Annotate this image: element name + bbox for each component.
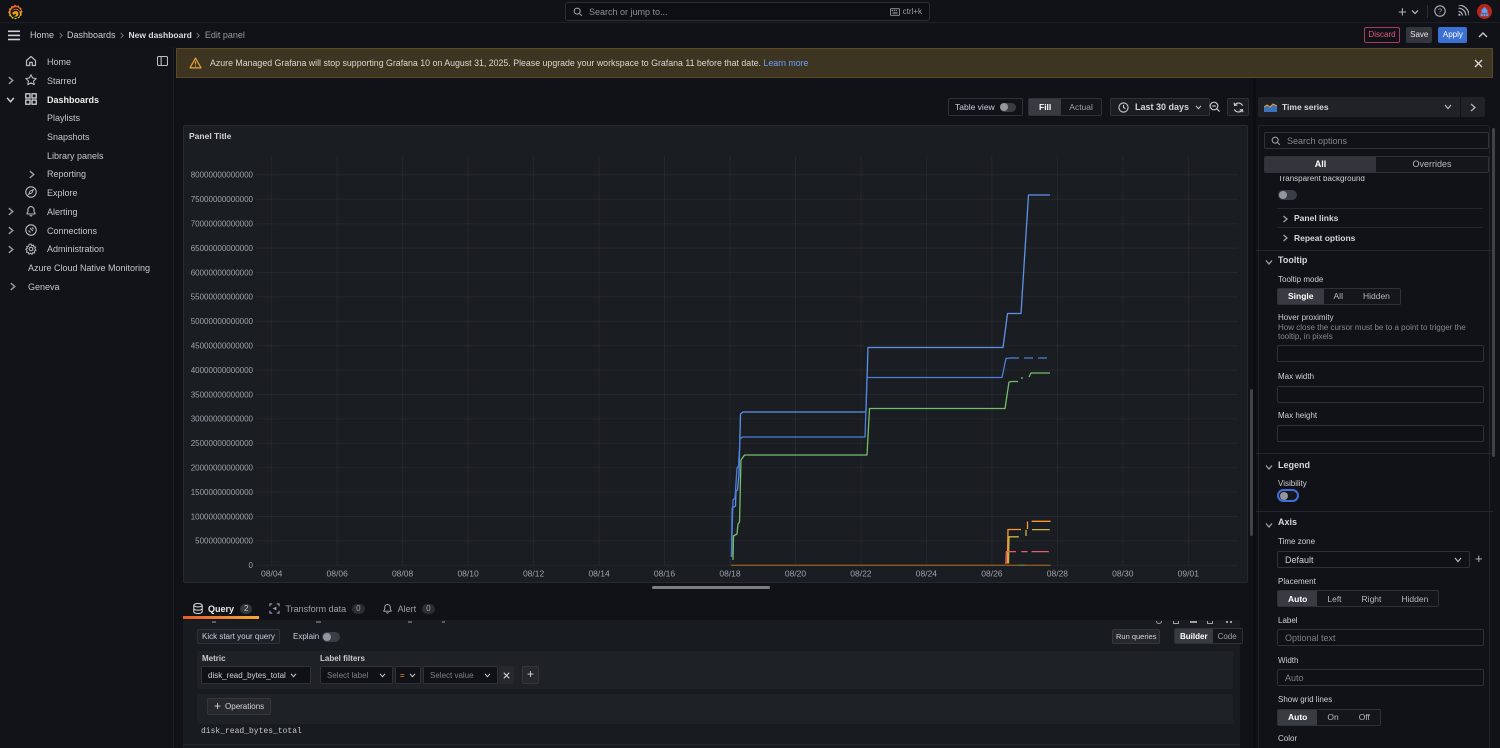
svg-text:20000000000000: 20000000000000 <box>191 464 254 473</box>
svg-text:60000000000000: 60000000000000 <box>191 268 254 277</box>
svg-text:30000000000000: 30000000000000 <box>191 415 254 424</box>
svg-text:08/26: 08/26 <box>981 569 1003 579</box>
svg-text:10000000000000: 10000000000000 <box>191 512 254 521</box>
svg-text:08/30: 08/30 <box>1112 569 1134 579</box>
svg-text:08/18: 08/18 <box>719 569 741 579</box>
svg-text:35000000000000: 35000000000000 <box>191 390 254 399</box>
svg-text:08/06: 08/06 <box>327 569 349 579</box>
svg-text:08/22: 08/22 <box>850 569 872 579</box>
svg-text:0: 0 <box>249 561 254 570</box>
svg-text:80000000000000: 80000000000000 <box>191 171 254 180</box>
svg-text:75000000000000: 75000000000000 <box>191 195 254 204</box>
svg-text:08/16: 08/16 <box>654 569 676 579</box>
svg-text:55000000000000: 55000000000000 <box>191 293 254 302</box>
svg-text:08/04: 08/04 <box>261 569 283 579</box>
svg-text:40000000000000: 40000000000000 <box>191 366 254 375</box>
svg-text:25000000000000: 25000000000000 <box>191 439 254 448</box>
svg-text:65000000000000: 65000000000000 <box>191 244 254 253</box>
svg-text:08/12: 08/12 <box>523 569 545 579</box>
svg-text:08/10: 08/10 <box>457 569 479 579</box>
svg-text:45000000000000: 45000000000000 <box>191 342 254 351</box>
svg-text:09/01: 09/01 <box>1178 569 1200 579</box>
svg-text:70000000000000: 70000000000000 <box>191 220 254 229</box>
svg-text:08/28: 08/28 <box>1047 569 1069 579</box>
svg-text:5000000000000: 5000000000000 <box>195 537 253 546</box>
svg-text:08/08: 08/08 <box>392 569 414 579</box>
svg-text:50000000000000: 50000000000000 <box>191 317 254 326</box>
svg-text:08/14: 08/14 <box>588 569 610 579</box>
svg-text:08/24: 08/24 <box>916 569 938 579</box>
svg-text:15000000000000: 15000000000000 <box>191 488 254 497</box>
svg-text:08/20: 08/20 <box>785 569 807 579</box>
svg-text:?: ? <box>1438 7 1442 16</box>
